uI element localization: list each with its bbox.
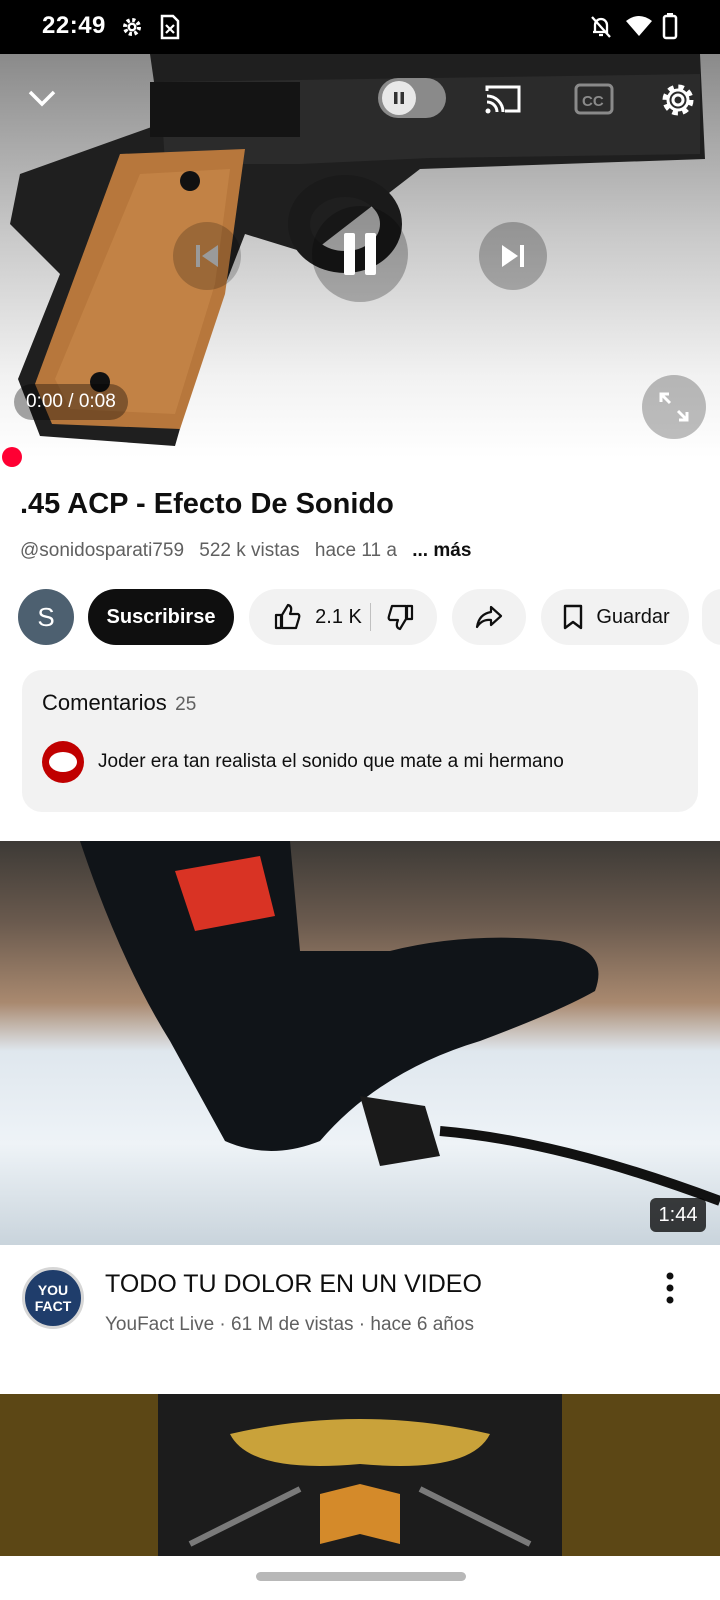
save-button[interactable]: Guardar: [541, 589, 689, 645]
share-icon: [475, 605, 503, 629]
comments-count: 25: [175, 694, 197, 715]
comments-card[interactable]: Comentarios 25 Joder era tan realista el…: [22, 670, 698, 812]
channel-avatar[interactable]: S: [18, 589, 74, 645]
comments-title: Comentarios: [42, 690, 167, 715]
more-link[interactable]: ... más: [412, 540, 471, 561]
share-button[interactable]: [452, 589, 526, 645]
status-bar: 22:49: [0, 0, 720, 54]
video-meta-row[interactable]: @sonidosparati759 522 k vistas hace 11 a…: [20, 540, 481, 562]
dislike-button[interactable]: [371, 589, 431, 645]
fullscreen-icon: [659, 392, 689, 422]
gear-icon: [123, 18, 141, 36]
pause-icon: [344, 233, 376, 275]
comments-header: Comentarios 25: [42, 690, 196, 716]
channel-handle[interactable]: @sonidosparati759: [20, 540, 184, 561]
upload-age: hace 11 a: [314, 540, 397, 561]
save-label: Guardar: [596, 605, 670, 628]
recommendation-title[interactable]: TODO TU DOLOR EN UN VIDEO: [105, 1270, 482, 1299]
autoplay-toggle[interactable]: [378, 78, 446, 118]
next-button[interactable]: [479, 222, 547, 290]
fullscreen-button[interactable]: [642, 375, 706, 439]
settings-icon[interactable]: [658, 80, 698, 120]
recommendation-meta: YouFact Live · 61 M de vistas · hace 6 a…: [105, 1314, 474, 1335]
chevron-down-icon[interactable]: [24, 80, 60, 116]
cc-icon[interactable]: CC: [574, 82, 614, 116]
cast-icon[interactable]: [483, 82, 523, 116]
sim-x-icon: [160, 14, 180, 40]
next-icon: [502, 245, 524, 267]
channel-logo-youfact[interactable]: YOU FACT: [22, 1267, 84, 1329]
previous-button[interactable]: [173, 222, 241, 290]
commenter-avatar: [42, 741, 84, 783]
bell-off-icon: [591, 16, 611, 38]
svg-text:CC: CC: [582, 93, 604, 110]
progress-scrubber[interactable]: [2, 447, 22, 467]
battery-icon: [662, 13, 678, 40]
video-thumbnail-2[interactable]: [0, 1394, 720, 1556]
pause-button[interactable]: [312, 206, 408, 302]
subscribe-button[interactable]: Suscribirse: [88, 589, 234, 645]
autoplay-toggle-icon: [382, 81, 416, 115]
gesture-nav-handle[interactable]: [256, 1572, 466, 1581]
video-title: .45 ACP - Efecto De Sonido: [20, 488, 394, 520]
video-thumbnail[interactable]: [0, 841, 720, 1245]
thumbs-down-icon: [387, 604, 413, 631]
top-comment-text: Joder era tan realista el sonido que mat…: [98, 751, 564, 772]
kebab-menu-icon[interactable]: [657, 1271, 683, 1305]
view-count: 522 k vistas: [199, 540, 300, 561]
time-display: 0:00 / 0:08: [14, 384, 128, 420]
duration-badge: 1:44: [650, 1198, 706, 1232]
thumbs-up-icon: [275, 603, 301, 630]
video-player[interactable]: CC 0:00 / 0:08: [0, 54, 720, 458]
status-time: 22:49: [42, 12, 106, 39]
thumbnail-image: [80, 841, 720, 1206]
previous-icon: [196, 245, 218, 267]
wifi-icon: [626, 16, 652, 36]
like-button[interactable]: 2.1 K: [255, 589, 370, 645]
like-count: 2.1 K: [315, 605, 362, 628]
like-dislike-pill: 2.1 K: [249, 589, 437, 645]
more-actions-pill[interactable]: [702, 589, 720, 645]
dragonforce-logo: [158, 1394, 562, 1556]
bookmark-icon: [564, 604, 583, 630]
